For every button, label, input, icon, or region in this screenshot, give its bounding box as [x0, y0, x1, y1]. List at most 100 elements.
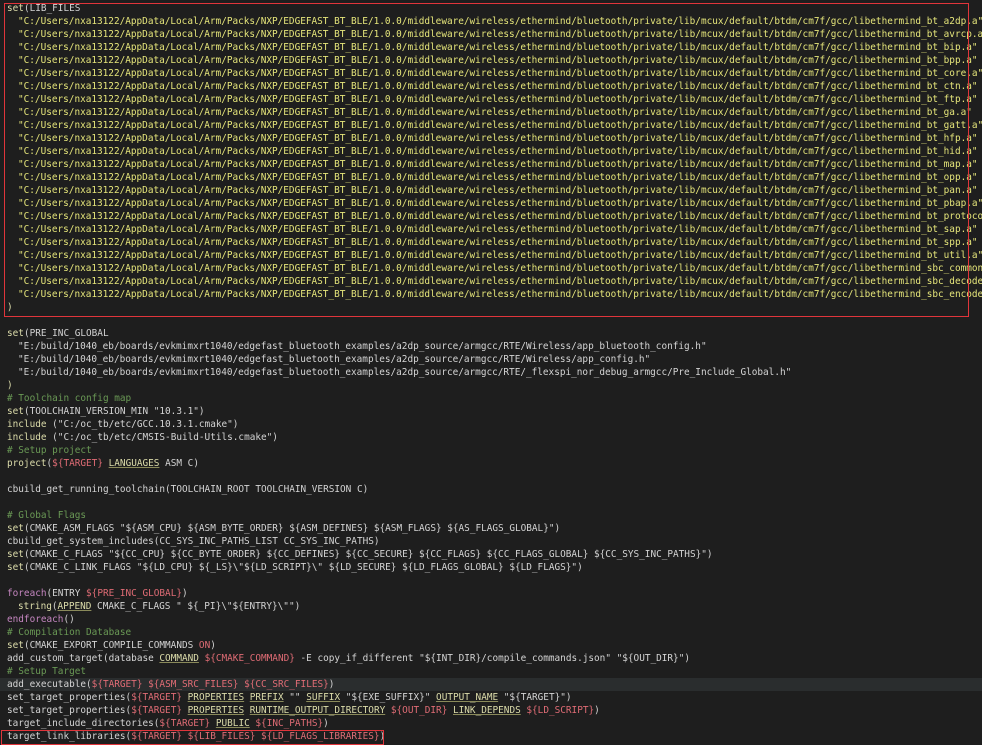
- code-line[interactable]: "C:/Users/nxa13122/AppData/Local/Arm/Pac…: [7, 197, 982, 210]
- code-line[interactable]: target_include_directories(${TARGET} PUB…: [7, 717, 329, 730]
- code-line[interactable]: # Global Flags: [7, 509, 86, 522]
- code-line[interactable]: "C:/Users/nxa13122/AppData/Local/Arm/Pac…: [7, 158, 978, 171]
- code-token: ${OUT_DIR}: [390, 705, 448, 716]
- code-line[interactable]: "C:/Users/nxa13122/AppData/Local/Arm/Pac…: [7, 41, 978, 54]
- code-line[interactable]: "C:/Users/nxa13122/AppData/Local/Arm/Pac…: [7, 262, 982, 275]
- code-line[interactable]: set(CMAKE_C_LINK_FLAGS "${LD_CPU} ${_LS}…: [7, 561, 583, 574]
- code-line[interactable]: set(LIB_FILES: [7, 2, 80, 15]
- code-line[interactable]: set(CMAKE_ASM_FLAGS "${ASM_CPU} ${ASM_BY…: [7, 522, 560, 535]
- code-token: "${EXE_SUFFIX}": [340, 692, 437, 703]
- code-token: cbuild_get_system_includes(CC_SYS_INC_PA…: [7, 536, 380, 547]
- code-line[interactable]: include ("C:/oc_tb/etc/CMSIS-Build-Utils…: [7, 431, 278, 444]
- code-token: "C:/Users/nxa13122/AppData/Local/Arm/Pac…: [18, 107, 972, 118]
- code-token: -E copy_if_different "${INT_DIR}/compile…: [294, 653, 690, 664]
- code-line[interactable]: "E:/build/1040_eb/boards/evkmimxrt1040/e…: [7, 340, 707, 353]
- code-line[interactable]: set(CMAKE_EXPORT_COMPILE_COMMANDS ON): [7, 639, 216, 652]
- code-line[interactable]: "C:/Users/nxa13122/AppData/Local/Arm/Pac…: [7, 223, 978, 236]
- code-line[interactable]: "C:/Users/nxa13122/AppData/Local/Arm/Pac…: [7, 288, 982, 301]
- code-token: ): [328, 679, 335, 690]
- code-line[interactable]: add_executable(${TARGET} ${ASM_SRC_FILES…: [0, 678, 982, 691]
- code-token: "C:/Users/nxa13122/AppData/Local/Arm/Pac…: [18, 146, 978, 157]
- code-token: ${LD_FLAGS_LIBRARIES}: [261, 731, 380, 742]
- code-token: ${TARGET}: [52, 458, 103, 469]
- code-line[interactable]: foreach(ENTRY ${PRE_INC_GLOBAL}): [7, 587, 188, 600]
- code-line[interactable]: set_target_properties(${TARGET} PROPERTI…: [7, 704, 600, 717]
- code-token: foreach: [7, 588, 47, 599]
- code-line[interactable]: set(PRE_INC_GLOBAL: [7, 327, 109, 340]
- code-token: PROPERTIES: [187, 705, 245, 716]
- code-line[interactable]: "C:/Users/nxa13122/AppData/Local/Arm/Pac…: [7, 67, 982, 80]
- code-line[interactable]: cbuild_get_system_includes(CC_SYS_INC_PA…: [7, 535, 380, 548]
- code-token: "E:/build/1040_eb/boards/evkmimxrt1040/e…: [18, 354, 651, 365]
- code-token: cbuild_get_running_toolchain(TOOLCHAIN_R…: [7, 484, 369, 495]
- code-token: (CMAKE_EXPORT_COMPILE_COMMANDS: [23, 640, 199, 651]
- code-token: add_executable(: [7, 679, 92, 690]
- code-token: ): [181, 588, 188, 599]
- code-line[interactable]: string(APPEND CMAKE_C_FLAGS " ${_PI}\"${…: [7, 600, 300, 613]
- code-token: "E:/build/1040_eb/boards/evkmimxrt1040/e…: [18, 367, 792, 378]
- code-token: ): [7, 380, 13, 391]
- code-line[interactable]: "C:/Users/nxa13122/AppData/Local/Arm/Pac…: [7, 15, 982, 28]
- code-token: ): [7, 302, 13, 313]
- code-token: ): [323, 718, 329, 729]
- code-line[interactable]: "C:/Users/nxa13122/AppData/Local/Arm/Pac…: [7, 184, 978, 197]
- code-line[interactable]: "C:/Users/nxa13122/AppData/Local/Arm/Pac…: [7, 54, 978, 67]
- code-line[interactable]: target_link_libraries(${TARGET} ${LIB_FI…: [7, 730, 385, 743]
- code-line[interactable]: # Setup Target: [7, 665, 86, 678]
- code-line[interactable]: # Toolchain config map: [7, 392, 131, 405]
- code-token: ): [594, 705, 600, 716]
- code-line[interactable]: cbuild_get_running_toolchain(TOOLCHAIN_R…: [7, 483, 368, 496]
- code-line[interactable]: include ("C:/oc_tb/etc/GCC.10.3.1.cmake"…: [7, 418, 238, 431]
- code-token: ("C:/oc_tb/etc/GCC.10.3.1.cmake"): [46, 419, 239, 430]
- code-line[interactable]: "C:/Users/nxa13122/AppData/Local/Arm/Pac…: [7, 119, 982, 132]
- code-token: include: [7, 419, 47, 430]
- code-line[interactable]: "C:/Users/nxa13122/AppData/Local/Arm/Pac…: [7, 275, 982, 288]
- code-line[interactable]: # Setup project: [7, 444, 92, 457]
- code-token: (CMAKE_C_LINK_FLAGS "${LD_CPU} ${_LS}\"$…: [23, 562, 583, 573]
- code-line[interactable]: endforeach(): [7, 613, 75, 626]
- code-line[interactable]: "C:/Users/nxa13122/AppData/Local/Arm/Pac…: [7, 236, 978, 249]
- code-line[interactable]: set_target_properties(${TARGET} PROPERTI…: [7, 691, 572, 704]
- code-token: PREFIX: [249, 692, 284, 703]
- code-token: "C:/Users/nxa13122/AppData/Local/Arm/Pac…: [18, 211, 982, 222]
- code-line[interactable]: "C:/Users/nxa13122/AppData/Local/Arm/Pac…: [7, 210, 982, 223]
- code-line[interactable]: "E:/build/1040_eb/boards/evkmimxrt1040/e…: [7, 353, 650, 366]
- code-line[interactable]: set(TOOLCHAIN_VERSION_MIN "10.3.1"): [7, 405, 205, 418]
- code-line[interactable]: "C:/Users/nxa13122/AppData/Local/Arm/Pac…: [7, 80, 978, 93]
- code-editor[interactable]: set(LIB_FILES "C:/Users/nxa13122/AppData/…: [0, 0, 982, 745]
- code-line[interactable]: # Compilation Database: [7, 626, 131, 639]
- code-token: "C:/Users/nxa13122/AppData/Local/Arm/Pac…: [18, 289, 982, 300]
- code-line[interactable]: ): [7, 379, 13, 392]
- code-line[interactable]: project(${TARGET} LANGUAGES ASM C): [7, 457, 199, 470]
- code-line[interactable]: ): [7, 301, 13, 314]
- code-token: # Compilation Database: [7, 627, 132, 638]
- code-line[interactable]: "C:/Users/nxa13122/AppData/Local/Arm/Pac…: [7, 93, 978, 106]
- code-token: ${TARGET}: [131, 692, 182, 703]
- code-token: "C:/Users/nxa13122/AppData/Local/Arm/Pac…: [18, 159, 978, 170]
- code-line[interactable]: "C:/Users/nxa13122/AppData/Local/Arm/Pac…: [7, 132, 978, 145]
- code-token: (CMAKE_ASM_FLAGS "${ASM_CPU} ${ASM_BYTE_…: [23, 523, 561, 534]
- code-token: OUTPUT_NAME: [436, 692, 499, 703]
- code-token: ): [379, 731, 386, 742]
- code-token: project: [7, 458, 47, 469]
- code-token: APPEND: [57, 601, 92, 612]
- code-token: (CMAKE_C_FLAGS "${CC_CPU} ${CC_BYTE_ORDE…: [23, 549, 713, 560]
- code-token: "C:/Users/nxa13122/AppData/Local/Arm/Pac…: [18, 68, 982, 79]
- code-token: "C:/Users/nxa13122/AppData/Local/Arm/Pac…: [18, 250, 982, 261]
- code-line[interactable]: "C:/Users/nxa13122/AppData/Local/Arm/Pac…: [7, 145, 978, 158]
- code-line[interactable]: "C:/Users/nxa13122/AppData/Local/Arm/Pac…: [7, 28, 982, 41]
- code-token: SUFFIX: [306, 692, 341, 703]
- code-line[interactable]: "C:/Users/nxa13122/AppData/Local/Arm/Pac…: [7, 106, 972, 119]
- code-token: "C:/Users/nxa13122/AppData/Local/Arm/Pac…: [18, 133, 978, 144]
- code-token: LANGUAGES: [108, 458, 160, 469]
- code-token: ${PRE_INC_GLOBAL}: [86, 588, 182, 599]
- code-line[interactable]: set(CMAKE_C_FLAGS "${CC_CPU} ${CC_BYTE_O…: [7, 548, 713, 561]
- code-token: "C:/Users/nxa13122/AppData/Local/Arm/Pac…: [18, 81, 978, 92]
- code-line[interactable]: "C:/Users/nxa13122/AppData/Local/Arm/Pac…: [7, 249, 982, 262]
- code-token: (ENTRY: [46, 588, 87, 599]
- code-line[interactable]: add_custom_target(database COMMAND ${CMA…: [7, 652, 690, 665]
- code-token: ${ASM_SRC_FILES}: [148, 679, 239, 690]
- code-line[interactable]: "E:/build/1040_eb/boards/evkmimxrt1040/e…: [7, 366, 791, 379]
- code-line[interactable]: "C:/Users/nxa13122/AppData/Local/Arm/Pac…: [7, 171, 978, 184]
- code-token: PROPERTIES: [187, 692, 245, 703]
